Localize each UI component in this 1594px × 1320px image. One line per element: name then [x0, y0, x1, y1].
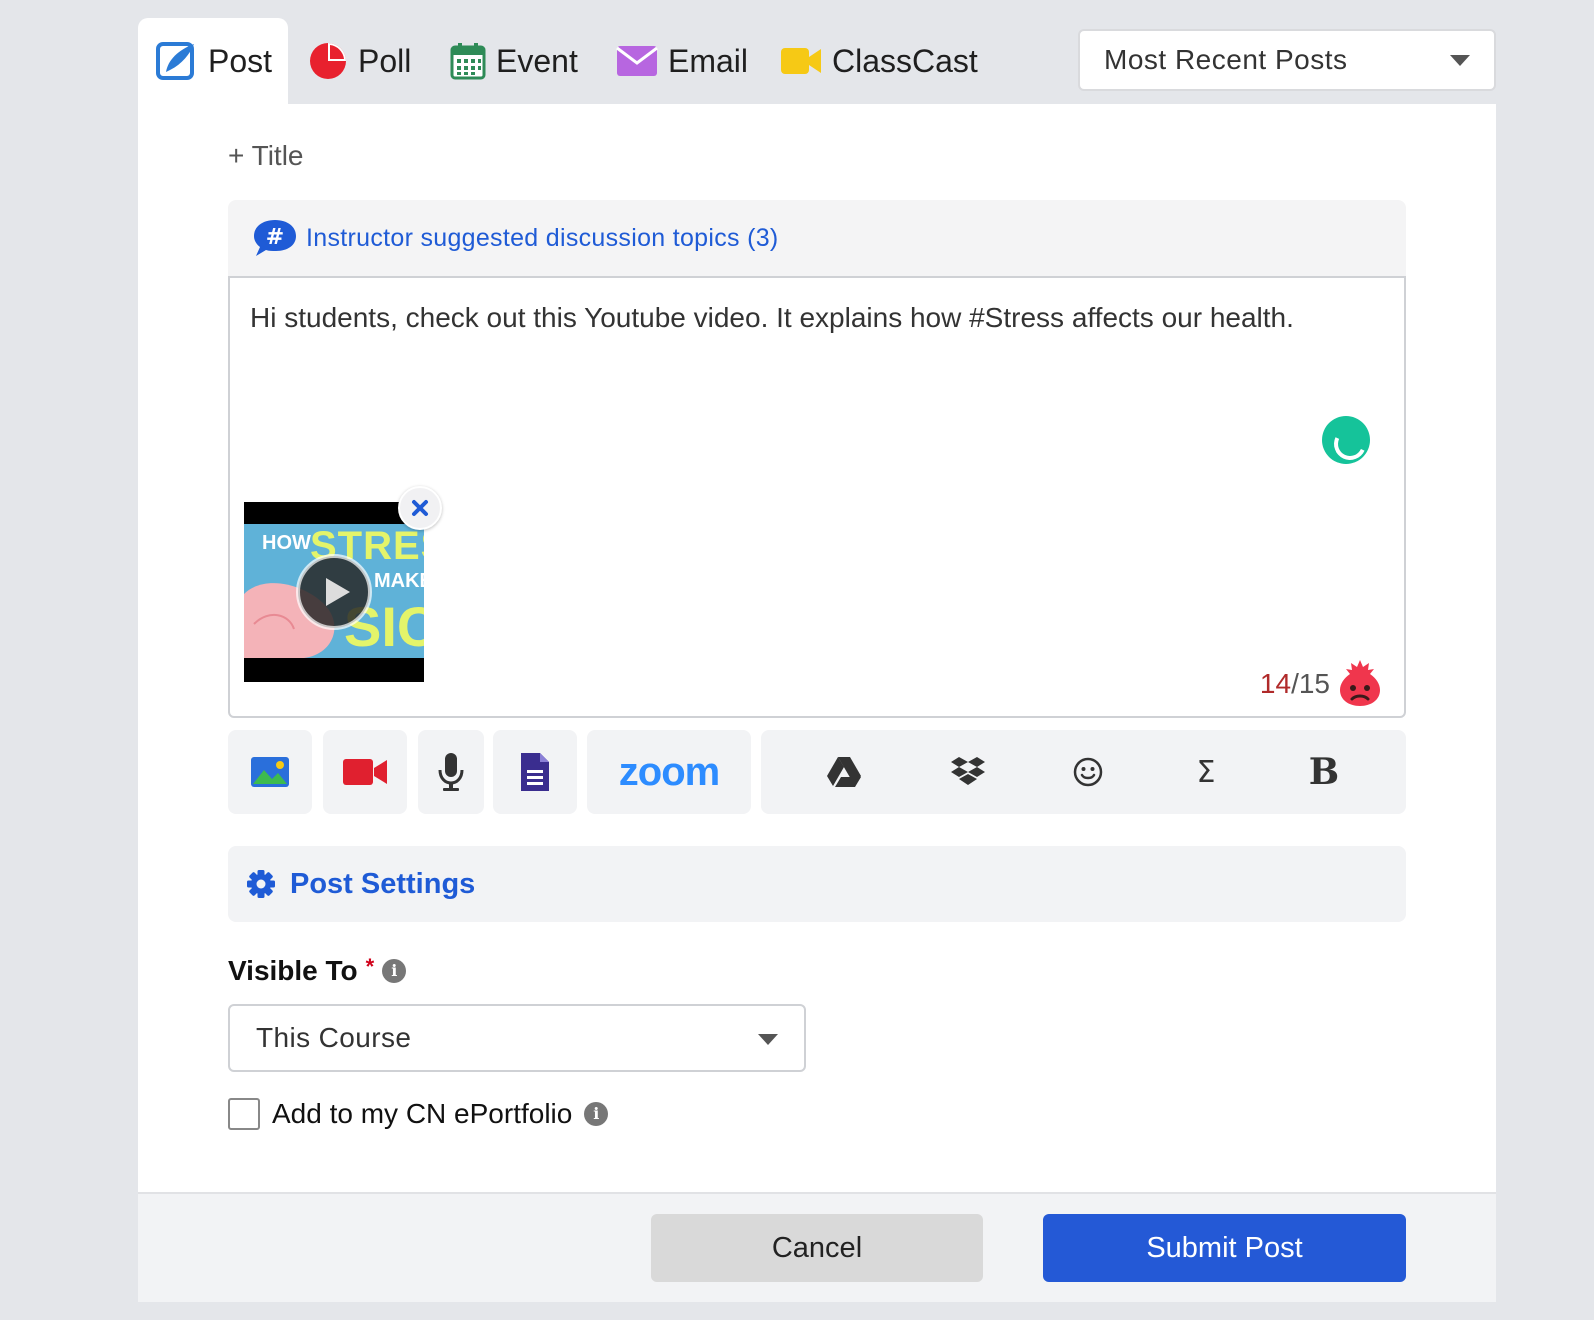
grammarly-icon[interactable] — [1322, 416, 1370, 464]
google-drive-button[interactable] — [811, 730, 877, 814]
bold-button[interactable]: B — [1291, 730, 1357, 814]
bold-icon: B — [1308, 751, 1340, 793]
post-body-editor[interactable]: Hi students, check out this Youtube vide… — [228, 276, 1406, 718]
video-thumbnail[interactable]: HOW STRES MAKE SIC — [244, 502, 424, 682]
tab-label: Post — [208, 42, 273, 79]
hashtag-bubble-icon: # — [254, 220, 296, 256]
tab-event[interactable]: Event — [450, 18, 578, 104]
post-body-text[interactable]: Hi students, check out this Youtube vide… — [250, 302, 1294, 334]
remove-video-button[interactable] — [398, 486, 442, 530]
tab-poll[interactable]: Poll — [308, 18, 411, 104]
tab-label: Email — [668, 42, 749, 79]
dropbox-icon — [951, 757, 985, 785]
post-settings-label: Post Settings — [290, 867, 476, 900]
calendar-icon — [450, 43, 486, 80]
play-icon — [296, 554, 372, 630]
tab-label: Poll — [358, 42, 412, 79]
tab-label: ClassCast — [832, 42, 978, 79]
equation-button[interactable]: Σ — [1173, 730, 1239, 814]
visible-to-dropdown[interactable]: This Course — [228, 1004, 806, 1072]
counter-total: 15 — [1298, 668, 1330, 699]
sigma-icon: Σ — [1196, 754, 1216, 790]
sad-face-icon — [1340, 660, 1380, 706]
counter-separator: / — [1291, 668, 1299, 699]
sort-dropdown[interactable]: Most Recent Posts — [1078, 29, 1496, 91]
post-settings-toggle[interactable]: Post Settings — [228, 846, 1406, 922]
svg-text:#: # — [266, 225, 284, 250]
info-icon[interactable]: i — [584, 1102, 609, 1126]
emoji-button[interactable] — [1055, 730, 1121, 814]
google-drive-icon — [827, 757, 861, 787]
smiley-icon — [1073, 757, 1103, 787]
counter-current: 14 — [1259, 668, 1292, 699]
sort-selected: Most Recent Posts — [1104, 44, 1348, 75]
dropbox-button[interactable] — [935, 730, 1001, 814]
toolbar-extras: Σ B — [761, 730, 1406, 814]
attach-document-button[interactable] — [493, 730, 577, 814]
close-icon — [412, 500, 428, 516]
submit-post-button[interactable]: Submit Post — [1043, 1214, 1406, 1282]
chevron-down-icon — [1450, 55, 1470, 66]
topics-link[interactable]: Instructor suggested discussion topics (… — [306, 224, 779, 253]
tab-label: Event — [496, 42, 578, 79]
hashtag-counter: 14/15 — [1260, 668, 1330, 700]
envelope-icon — [616, 46, 658, 76]
post-icon — [156, 42, 194, 80]
video-camera-icon — [781, 48, 821, 74]
zoom-logo: zoom — [618, 749, 720, 794]
record-video-button[interactable] — [323, 730, 407, 814]
insert-image-button[interactable] — [228, 730, 312, 814]
visible-to-label: Visible To * i — [228, 954, 407, 987]
record-audio-button[interactable] — [418, 730, 484, 814]
add-title-link[interactable]: + Title — [228, 140, 303, 172]
composer-tabs: Post Poll Event Email ClassCast — [138, 18, 1018, 104]
tab-post[interactable]: Post — [138, 18, 288, 104]
eportfolio-label[interactable]: Add to my CN ePortfolio — [272, 1098, 572, 1130]
tab-email[interactable]: Email — [616, 18, 748, 104]
poll-icon — [310, 43, 346, 79]
microphone-icon — [438, 753, 464, 791]
zoom-button[interactable]: zoom — [587, 730, 751, 814]
info-icon[interactable]: i — [382, 959, 407, 983]
visible-to-text: Visible To — [228, 955, 358, 986]
gear-icon — [247, 870, 275, 898]
discussion-topics-bar[interactable]: # Instructor suggested discussion topics… — [228, 200, 1406, 276]
thumbnail-text-make: MAKE — [374, 570, 424, 592]
visible-to-selected: This Course — [256, 1022, 412, 1053]
cancel-button[interactable]: Cancel — [651, 1214, 983, 1282]
chevron-down-icon — [758, 1034, 778, 1045]
tab-classcast[interactable]: ClassCast — [780, 18, 978, 104]
video-camera-icon — [343, 759, 387, 785]
required-mark: * — [365, 954, 375, 979]
image-icon — [251, 757, 289, 787]
document-icon — [521, 753, 549, 791]
eportfolio-checkbox[interactable] — [228, 1098, 260, 1130]
eportfolio-row: Add to my CN ePortfolio i — [228, 1098, 609, 1130]
